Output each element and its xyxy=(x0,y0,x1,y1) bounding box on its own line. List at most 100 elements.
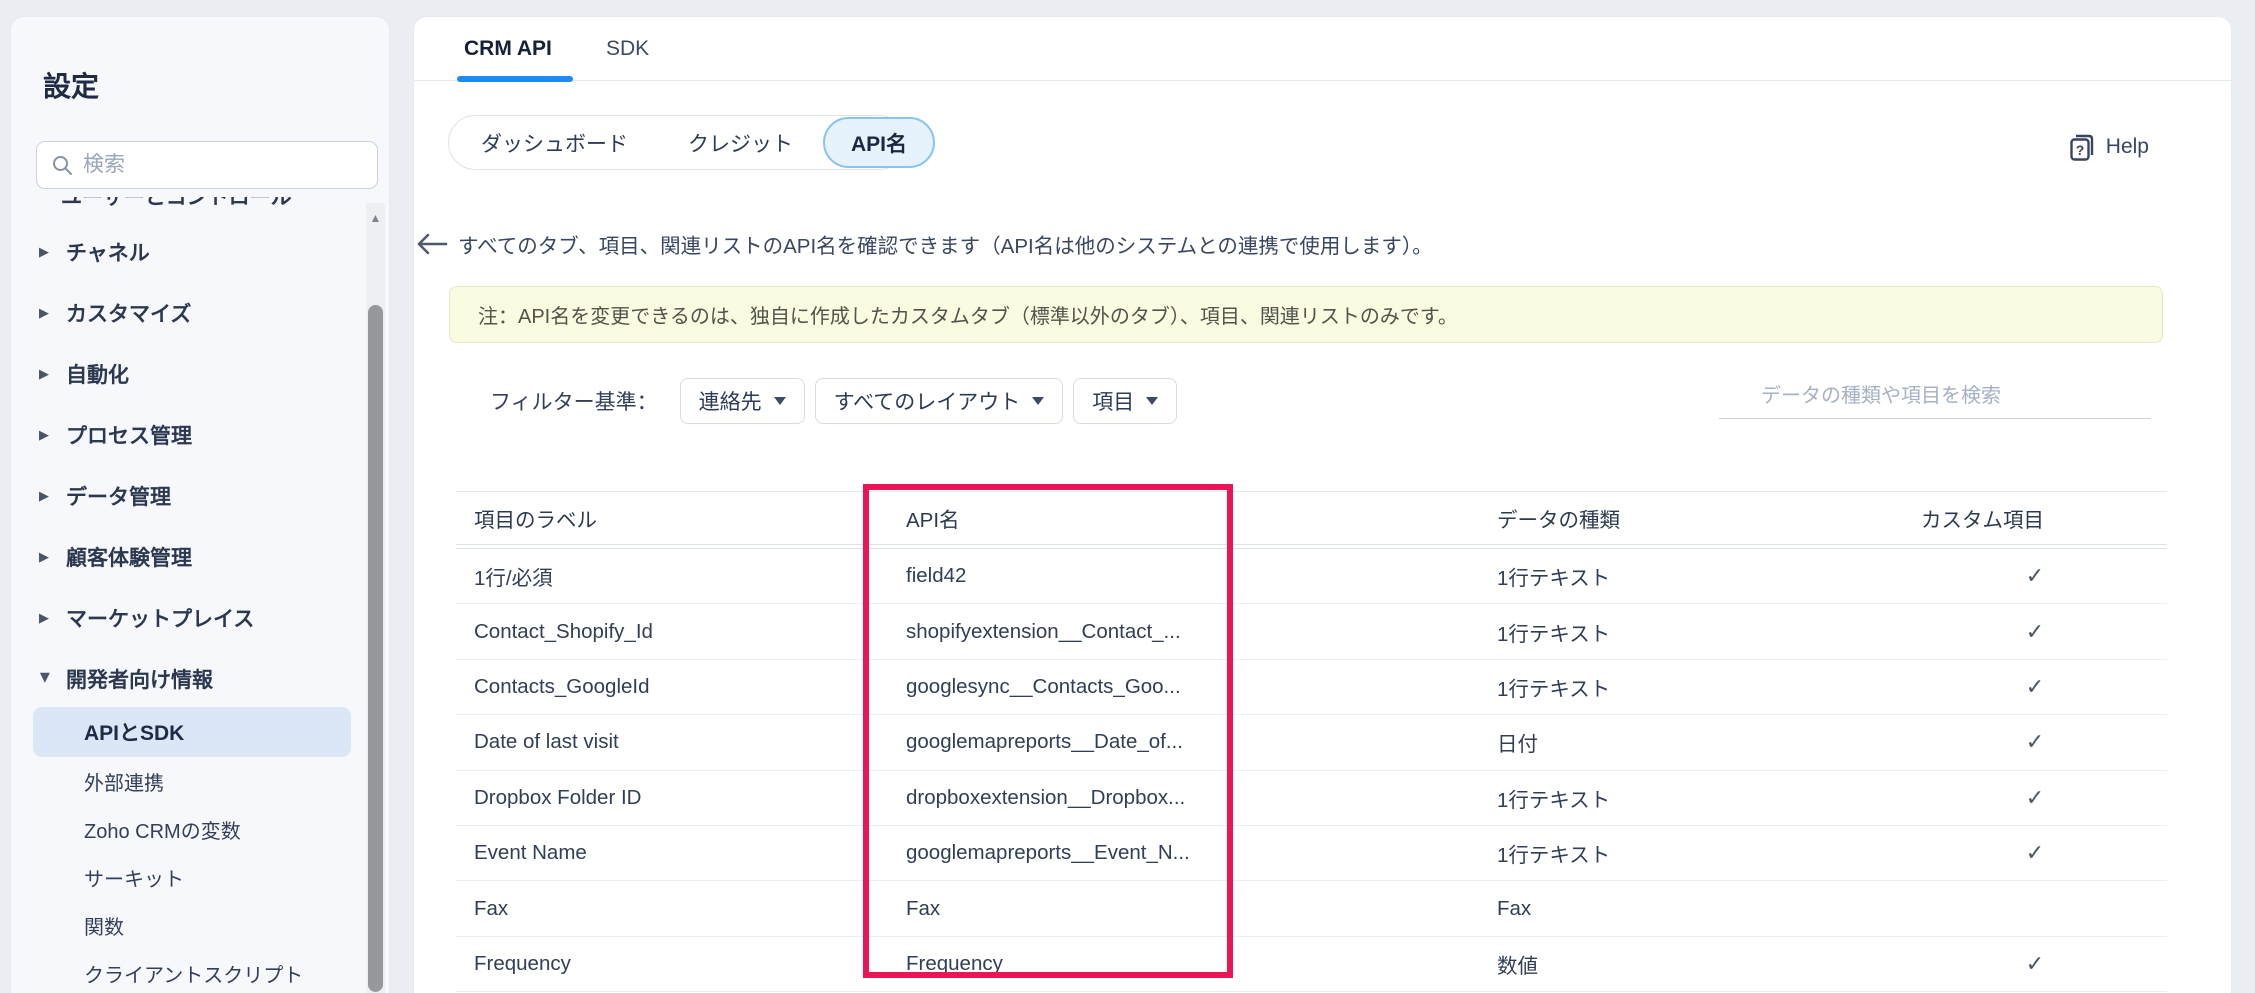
cell-data-type: 数値 xyxy=(1479,949,1903,979)
cell-api-name: googlemapreports__Event_N... xyxy=(888,841,1479,865)
table-row[interactable]: 1行/必須 field42 1行テキスト xyxy=(456,549,2167,604)
sidebar-sub-item[interactable]: クライアントスクリプト xyxy=(11,949,367,993)
table-column-header: カスタム項目 xyxy=(1903,503,2167,533)
table-row[interactable]: Dropbox Folder ID dropboxextension__Drop… xyxy=(456,771,2167,826)
sidebar-scroll-up-icon[interactable]: ▲ xyxy=(368,211,383,225)
check-icon xyxy=(1903,785,2167,811)
sidebar-item-clipped[interactable]: ユーザーとコントロール xyxy=(61,197,341,210)
cell-data-type: 1行テキスト xyxy=(1479,617,1903,647)
dropdown-value: すべてのレイアウト xyxy=(834,386,1021,416)
table-row[interactable]: Contacts_GoogleId googlesync__Contacts_G… xyxy=(456,660,2167,715)
cell-data-type: 日付 xyxy=(1479,727,1903,757)
table-row[interactable]: Date of last visit googlemapreports__Dat… xyxy=(456,715,2167,770)
cell-field-label: Event Name xyxy=(456,841,888,865)
sidebar-item[interactable]: プロセス管理 xyxy=(11,404,367,465)
caret-down-icon xyxy=(1032,397,1044,405)
sidebar-item[interactable]: マーケットプレイス xyxy=(11,587,367,648)
caret-down-icon xyxy=(774,397,786,405)
sidebar-sub-item-label: サーキット xyxy=(84,863,184,892)
sidebar-item[interactable]: カスタマイズ xyxy=(11,282,367,343)
triangle-icon xyxy=(39,427,53,443)
tab-sdk[interactable]: SDK xyxy=(606,17,649,81)
sidebar-sub-item[interactable]: サーキット xyxy=(11,853,367,901)
tab-crm-api[interactable]: CRM API xyxy=(464,17,552,81)
check-icon xyxy=(1903,729,2167,755)
table-search-field[interactable] xyxy=(1719,375,2151,419)
cell-field-label: Fax xyxy=(456,897,888,921)
triangle-icon xyxy=(37,672,53,686)
cell-api-name: googlesync__Contacts_Goo... xyxy=(888,675,1479,699)
help-button[interactable]: ? Help xyxy=(2068,131,2149,163)
sidebar-item[interactable]: 顧客体験管理 xyxy=(11,526,367,587)
back-arrow-icon[interactable] xyxy=(416,232,448,256)
sidebar-item-label: プロセス管理 xyxy=(66,420,192,450)
triangle-icon xyxy=(39,366,53,382)
segment-button[interactable]: クレジット xyxy=(658,117,823,168)
sidebar-item[interactable]: チャネル xyxy=(11,221,367,282)
segment-button[interactable]: ダッシュボード xyxy=(451,117,658,168)
cell-data-type: 1行テキスト xyxy=(1479,561,1903,591)
check-icon xyxy=(1903,840,2167,866)
sidebar-search-box[interactable] xyxy=(36,141,378,189)
cell-api-name: field42 xyxy=(888,564,1479,588)
sidebar-item-label: マーケットプレイス xyxy=(66,603,254,633)
triangle-icon xyxy=(39,244,53,260)
filter-dropdown[interactable]: 連絡先 xyxy=(680,378,805,424)
sidebar-item-label: 開発者向け情報 xyxy=(66,664,213,694)
triangle-icon xyxy=(39,549,53,565)
filter-dropdown[interactable]: すべてのレイアウト xyxy=(815,378,1064,424)
sidebar-sub-item[interactable]: Zoho CRMの変数 xyxy=(11,805,367,853)
sidebar-item-label: データ管理 xyxy=(66,481,171,511)
cell-data-type: 1行テキスト xyxy=(1479,838,1903,868)
dropdown-value: 連絡先 xyxy=(699,386,762,416)
cell-api-name: Frequency xyxy=(888,952,1479,976)
svg-text:?: ? xyxy=(2076,142,2085,158)
sidebar-search-input[interactable] xyxy=(83,153,363,177)
note-banner: 注：API名を変更できるのは、独自に作成したカスタムタブ（標準以外のタブ）、項目… xyxy=(449,286,2163,343)
page-description: すべてのタブ、項目、関連リストのAPI名を確認できます（API名は他のシステムと… xyxy=(458,229,1433,259)
cell-data-type: 1行テキスト xyxy=(1479,672,1903,702)
table-body: 1行/必須 field42 1行テキスト Contact_Shopify_Id … xyxy=(456,549,2167,992)
table-row[interactable]: Fax Fax Fax xyxy=(456,881,2167,936)
page-description-row: すべてのタブ、項目、関連リストのAPI名を確認できます（API名は他のシステムと… xyxy=(416,229,1433,259)
sidebar-item-api-sdk[interactable]: APIとSDK xyxy=(33,707,351,757)
cell-field-label: 1行/必須 xyxy=(456,561,888,591)
search-icon xyxy=(51,154,73,176)
sidebar-item-label: カスタマイズ xyxy=(66,298,191,328)
sidebar-item[interactable]: データ管理 xyxy=(11,465,367,526)
filter-dropdown[interactable]: 項目 xyxy=(1073,378,1177,424)
sidebar-sub-item-label: Zoho CRMの変数 xyxy=(84,815,241,844)
sidebar-item[interactable]: 開発者向け情報 xyxy=(11,648,367,709)
table-row[interactable]: Frequency Frequency 数値 xyxy=(456,937,2167,992)
table-row[interactable]: Event Name googlemapreports__Event_N... … xyxy=(456,826,2167,881)
cell-api-name: googlemapreports__Date_of... xyxy=(888,730,1479,754)
cell-field-label: Frequency xyxy=(456,952,888,976)
filter-row: フィルター基準： 連絡先 すべてのレイアウト 項目 xyxy=(490,378,1187,424)
triangle-icon xyxy=(39,488,53,504)
check-icon xyxy=(1903,951,2167,977)
cell-api-name: Fax xyxy=(888,897,1479,921)
segment-button[interactable]: API名 xyxy=(823,117,935,168)
sidebar-sub-item-label: 関数 xyxy=(84,911,124,940)
cell-field-label: Date of last visit xyxy=(456,730,888,754)
active-tab-underline xyxy=(457,76,573,82)
sidebar-scrollbar-thumb[interactable] xyxy=(368,305,383,992)
filter-label: フィルター基準： xyxy=(490,386,658,416)
table-row[interactable]: Contact_Shopify_Id shopifyextension__Con… xyxy=(456,604,2167,659)
sidebar-sub-item[interactable]: 関数 xyxy=(11,901,367,949)
view-segmented-control: ダッシュボード クレジット API名 xyxy=(448,115,906,170)
cell-field-label: Contacts_GoogleId xyxy=(456,675,888,699)
sidebar-item[interactable]: 自動化 xyxy=(11,343,367,404)
sidebar-item-label: チャネル xyxy=(66,237,150,267)
help-icon: ? xyxy=(2068,131,2096,163)
sidebar-item-label: 顧客体験管理 xyxy=(66,542,192,572)
cell-data-type: 1行テキスト xyxy=(1479,783,1903,813)
cell-api-name: dropboxextension__Dropbox... xyxy=(888,786,1479,810)
sidebar-sub-item[interactable]: 外部連携 xyxy=(11,757,367,805)
caret-down-icon xyxy=(1146,397,1158,405)
sidebar-title: 設定 xyxy=(43,65,99,105)
sidebar-submenu: 外部連携 Zoho CRMの変数 サーキット 関数 クライアントスクリプト xyxy=(11,757,367,993)
table-column-header: API名 xyxy=(888,503,1479,533)
table-search-input[interactable] xyxy=(1719,375,2151,418)
cell-data-type: Fax xyxy=(1479,897,1903,921)
